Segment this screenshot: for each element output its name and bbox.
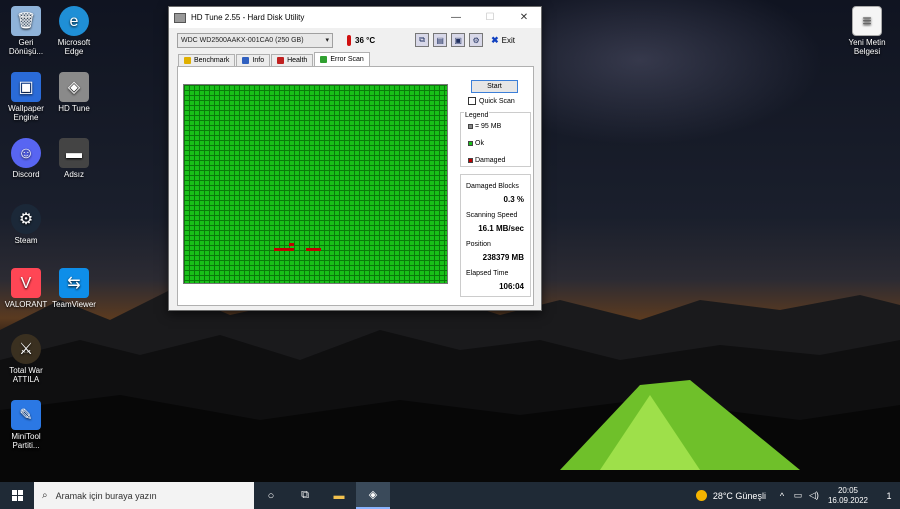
notification-icon: 1 [886, 490, 892, 501]
wallpaper-engine-icon: ▣ [11, 72, 41, 102]
desktop-icon-teamviewer[interactable]: ⇆ TeamViewer [50, 268, 98, 309]
elapsed-time-value: 106:04 [499, 282, 524, 291]
temperature-display: 36 °C [347, 34, 375, 46]
damaged-block [274, 248, 294, 251]
tab-error-scan[interactable]: Error Scan [314, 52, 370, 66]
save-icon[interactable]: ▣ [451, 33, 466, 47]
health-icon [277, 57, 285, 64]
copy-screenshot-icon[interactable]: ▤ [433, 33, 448, 47]
hd-tune-app-icon [174, 12, 186, 23]
quick-scan-checkbox[interactable]: Quick Scan [468, 97, 515, 105]
legend-box: Legend = 95 MB Ok Damaged [460, 112, 531, 167]
search-icon: ⌕ [42, 490, 48, 501]
damaged-blocks-label: Damaged Blocks [466, 183, 519, 190]
close-button[interactable]: ✕ [507, 7, 541, 28]
damaged-swatch [468, 158, 473, 163]
taskbar-hd-tune-icon[interactable]: ◈ [356, 482, 390, 509]
exit-button[interactable]: ✖ Exit [491, 35, 515, 46]
sun-icon [695, 490, 707, 501]
teamviewer-icon: ⇆ [59, 268, 89, 298]
copy-info-icon[interactable]: ⧉ [415, 33, 430, 47]
taskbar-search[interactable]: ⌕ Aramak için buraya yazın [34, 482, 254, 509]
tab-benchmark[interactable]: Benchmark [178, 54, 236, 66]
title-bar[interactable]: HD Tune 2.55 - Hard Disk Utility — ☐ ✕ [169, 7, 541, 28]
benchmark-icon [184, 57, 191, 64]
desktop-icon-text-document[interactable]: ≡ Yeni Metin Belgesi [843, 6, 891, 56]
notification-center-button[interactable]: 1 [878, 491, 900, 501]
desktop-icon-adsiz[interactable]: ▬ Adsız [50, 138, 98, 179]
edge-icon: e [59, 6, 89, 36]
chevron-up-icon[interactable]: ^ [775, 491, 789, 501]
damaged-block [289, 243, 294, 246]
scan-statistics: Damaged Blocks 0.3 % Scanning Speed 16.1… [460, 174, 531, 297]
scanning-speed-value: 16.1 MB/sec [478, 224, 524, 233]
start-button[interactable]: Start [471, 80, 518, 93]
drive-select[interactable]: WDC WD2500AAKX-001CA0 (250 GB) ▾ [177, 32, 333, 48]
ok-swatch [468, 141, 473, 146]
start-menu-button[interactable] [0, 482, 34, 509]
minitool-icon: ✎ [11, 400, 41, 430]
desktop-icon-recycle-bin[interactable]: 🗑 Geri Dönüşü... [2, 6, 50, 56]
error-scan-panel: Start Quick Scan Legend = 95 MB Ok Damag… [177, 66, 534, 306]
tab-info[interactable]: Info [236, 54, 271, 66]
maximize-button: ☐ [485, 12, 495, 23]
error-scan-icon [320, 56, 328, 63]
position-label: Position [466, 241, 491, 248]
file-explorer-icon[interactable]: ▬ [322, 482, 356, 509]
toolbar: WDC WD2500AAKX-001CA0 (250 GB) ▾ 36 °C ⧉… [169, 28, 541, 52]
tab-bar: Benchmark Info Health Error Scan [169, 52, 541, 66]
position-value: 238379 MB [482, 253, 524, 262]
system-tray: 28°C Güneşli ^ ▭ ◁) 20:05 16.09.2022 1 [695, 482, 900, 509]
minimize-button[interactable]: — [439, 7, 473, 28]
task-view-icon[interactable]: ⧉ [288, 482, 322, 509]
desktop-icon-wallpaper-engine[interactable]: ▣ Wallpaper Engine [2, 72, 50, 122]
recycle-bin-icon: 🗑 [11, 6, 41, 36]
weather-widget[interactable]: 28°C Güneşli [695, 490, 766, 501]
options-icon[interactable]: ⚙ [469, 33, 484, 47]
hd-tune-icon: ◈ [59, 72, 89, 102]
discord-icon: ☺ [11, 138, 41, 168]
legend-ok: Ok [468, 140, 484, 147]
desktop-icon-total-war-attila[interactable]: ⚔ Total War ATTILA [2, 334, 50, 384]
windows-logo-icon [11, 490, 23, 501]
elapsed-time-label: Elapsed Time [466, 270, 509, 277]
desktop-icon-discord[interactable]: ☺ Discord [2, 138, 50, 179]
thermometer-icon [347, 34, 351, 46]
legend-title: Legend [464, 112, 490, 119]
window-title: HD Tune 2.55 - Hard Disk Utility [191, 13, 305, 22]
info-icon [242, 57, 250, 64]
shortcut-icon: ▬ [59, 138, 89, 168]
volume-icon[interactable]: ◁) [807, 490, 821, 501]
taskbar: ⌕ Aramak için buraya yazın ○ ⧉ ▬ ◈ 28°C … [0, 482, 900, 509]
desktop-icon-steam[interactable]: ⚙ Steam [2, 204, 50, 245]
checkbox-box[interactable] [468, 97, 476, 105]
exit-icon: ✖ [491, 34, 499, 45]
text-document-icon: ≡ [852, 6, 882, 36]
valorant-icon: V [11, 268, 41, 298]
cortana-icon[interactable]: ○ [254, 482, 288, 509]
desktop-icon-valorant[interactable]: V VALORANT [2, 268, 50, 309]
scan-block-grid [183, 84, 448, 284]
legend-block-size: = 95 MB [468, 123, 501, 130]
block-swatch [468, 124, 473, 129]
network-icon[interactable]: ▭ [791, 490, 805, 501]
legend-damaged: Damaged [468, 157, 505, 164]
total-war-icon: ⚔ [11, 334, 41, 364]
chevron-down-icon: ▾ [325, 37, 329, 44]
steam-icon: ⚙ [11, 204, 41, 234]
tab-health[interactable]: Health [271, 54, 314, 66]
desktop-icon-minitool[interactable]: ✎ MiniTool Partiti... [2, 400, 50, 450]
clock[interactable]: 20:05 16.09.2022 [828, 486, 868, 506]
damaged-block [306, 248, 321, 251]
desktop-icon-edge[interactable]: e Microsoft Edge [50, 6, 98, 56]
hd-tune-window[interactable]: HD Tune 2.55 - Hard Disk Utility — ☐ ✕ W… [168, 6, 542, 311]
desktop-icon-hd-tune[interactable]: ◈ HD Tune [50, 72, 98, 113]
damaged-blocks-value: 0.3 % [503, 195, 524, 204]
scanning-speed-label: Scanning Speed [466, 212, 518, 219]
